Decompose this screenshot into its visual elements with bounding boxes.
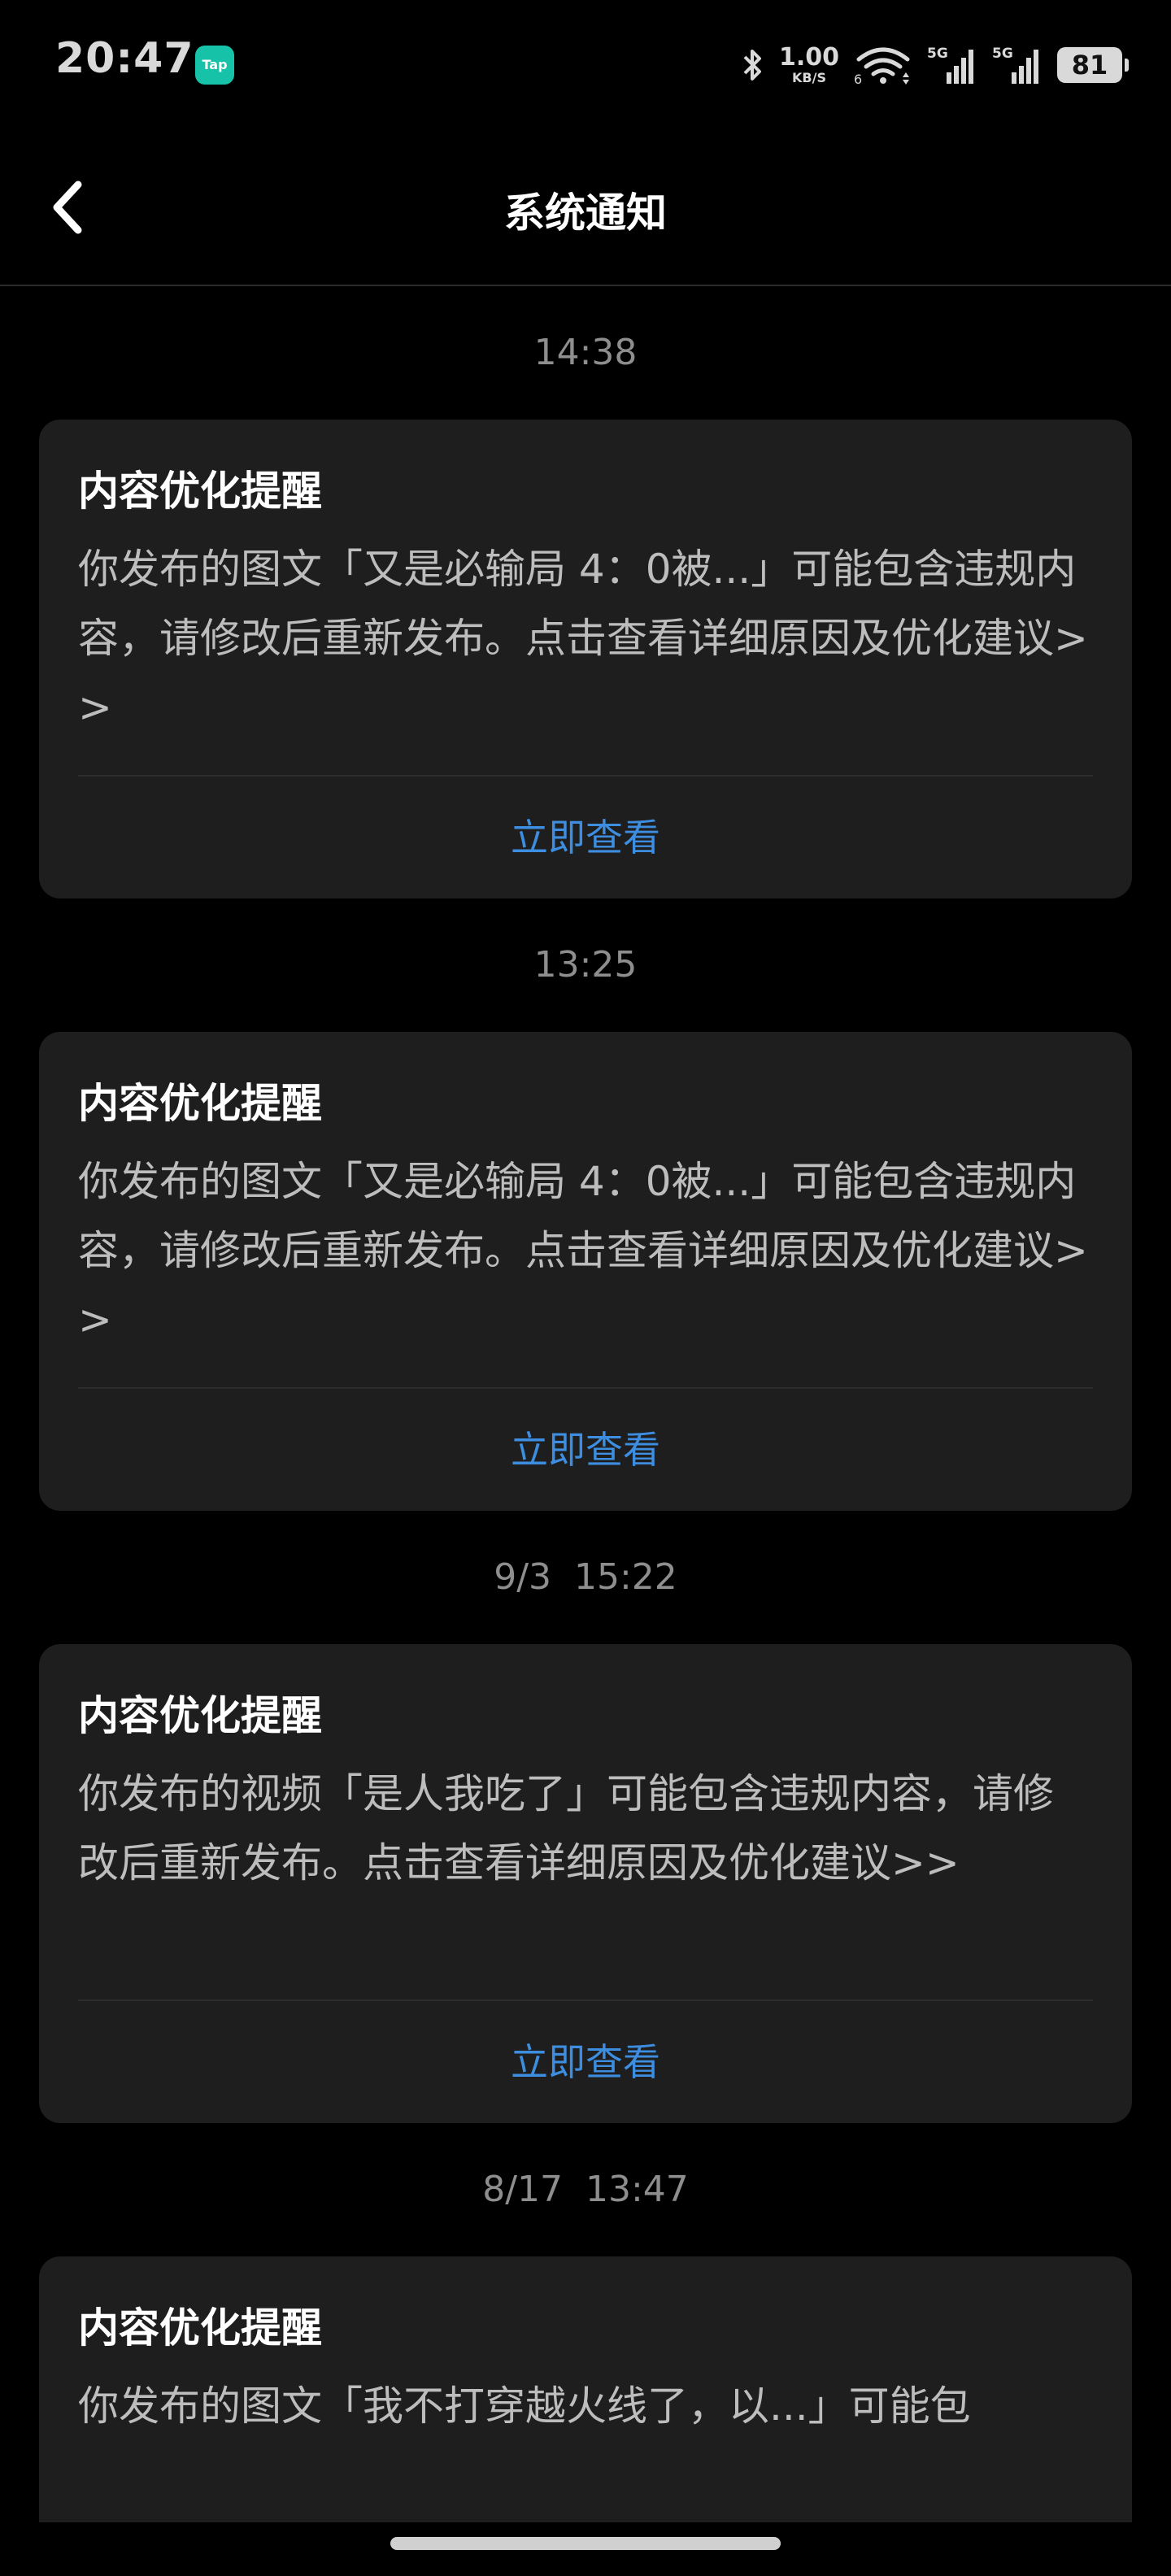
notification-body[interactable]: 你发布的图文「我不打穿越火线了，以...」可能包 [78, 2372, 1093, 2522]
notification-card[interactable]: 内容优化提醒 你发布的视频「是人我吃了」可能包含违规内容，请修改后重新发布。点击… [39, 1644, 1132, 2123]
notification-list[interactable]: 14:38 内容优化提醒 你发布的图文「又是必输局 4：0被...」可能包含违规… [0, 286, 1171, 2522]
notification-title: 内容优化提醒 [78, 468, 322, 515]
home-indicator[interactable] [390, 2537, 781, 2550]
wifi-label: 6 [854, 72, 862, 85]
cellular-signal-2-icon: 5G [992, 46, 1038, 84]
signal-1-label: 5G [927, 46, 948, 62]
page-title: 系统通知 [504, 189, 667, 237]
view-now-button[interactable]: 立即查看 [78, 777, 1093, 899]
network-speed: 1.00 KB/S [779, 46, 839, 85]
wifi-icon: 6 [854, 47, 910, 85]
tap-app-icon: Tap [195, 46, 234, 85]
view-now-button[interactable]: 立即查看 [78, 2001, 1093, 2123]
notification-entry: 9/3 15:22 内容优化提醒 你发布的视频「是人我吃了」可能包含违规内容，请… [0, 1511, 1171, 2123]
notification-timestamp: 13:25 [533, 944, 638, 986]
bluetooth-icon [743, 50, 761, 80]
notification-title: 内容优化提醒 [78, 1080, 322, 1127]
notification-body[interactable]: 你发布的图文「又是必输局 4：0被...」可能包含违规内容，请修改后重新发布。点… [78, 1147, 1093, 1355]
status-time: 20:47 [55, 34, 194, 83]
notification-card[interactable]: 内容优化提醒 你发布的图文「又是必输局 4：0被...」可能包含违规内容，请修改… [39, 1032, 1132, 1511]
notification-body[interactable]: 你发布的图文「又是必输局 4：0被...」可能包含违规内容，请修改后重新发布。点… [78, 535, 1093, 742]
notification-card[interactable]: 内容优化提醒 你发布的图文「我不打穿越火线了，以...」可能包 [39, 2256, 1132, 2522]
notification-entry: 14:38 内容优化提醒 你发布的图文「又是必输局 4：0被...」可能包含违规… [0, 286, 1171, 899]
status-bar: 20:47 Tap 1.00 KB/S 6 5G 5G 81 [0, 0, 1171, 130]
view-now-button[interactable]: 立即查看 [78, 1389, 1093, 1511]
notification-card[interactable]: 内容优化提醒 你发布的图文「又是必输局 4：0被...」可能包含违规内容，请修改… [39, 420, 1132, 899]
status-icons: 1.00 KB/S 6 5G 5G 81 [742, 39, 1129, 91]
nav-header: 系统通知 [0, 130, 1171, 286]
notification-body[interactable]: 你发布的视频「是人我吃了」可能包含违规内容，请修改后重新发布。点击查看详细原因及… [78, 1760, 1093, 1967]
notification-timestamp: 9/3 15:22 [494, 1556, 677, 1598]
notification-timestamp: 14:38 [533, 332, 638, 373]
notification-timestamp: 8/17 13:47 [482, 2169, 689, 2210]
network-speed-value: 1.00 [778, 43, 839, 72]
network-speed-unit: KB/S [792, 70, 826, 85]
notification-title: 内容优化提醒 [78, 1692, 322, 1739]
notification-entry: 13:25 内容优化提醒 你发布的图文「又是必输局 4：0被...」可能包含违规… [0, 899, 1171, 1511]
signal-2-label: 5G [992, 46, 1013, 62]
cellular-signal-1-icon: 5G [927, 46, 973, 84]
notification-entry: 8/17 13:47 内容优化提醒 你发布的图文「我不打穿越火线了，以...」可… [0, 2123, 1171, 2522]
notification-title: 内容优化提醒 [78, 2304, 322, 2352]
battery-indicator: 81 [1057, 47, 1129, 83]
